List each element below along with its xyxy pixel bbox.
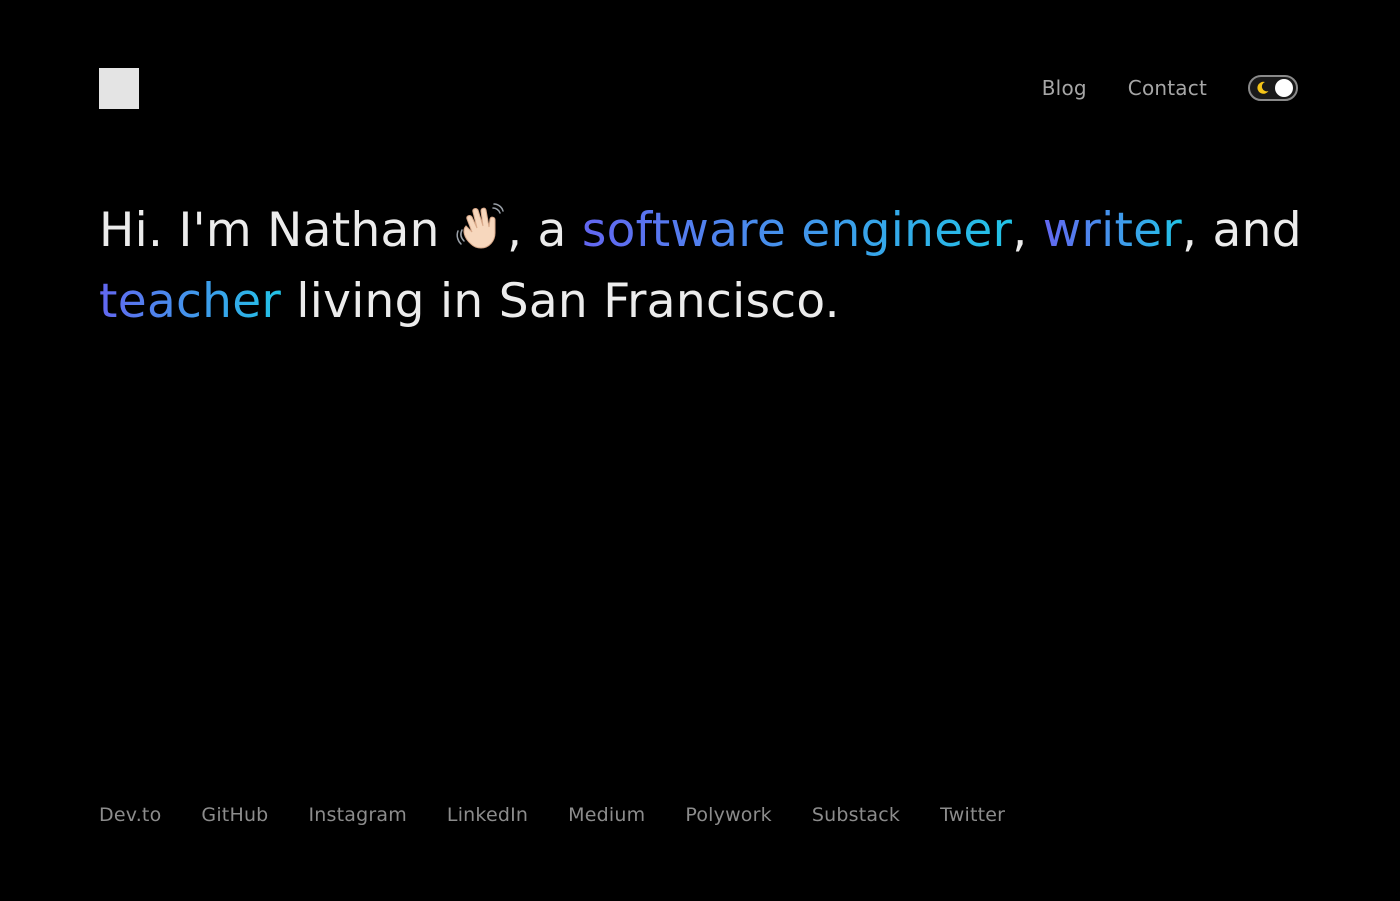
footer-social-links: Dev.to GitHub Instagram LinkedIn Medium … [99,802,1045,828]
footer-link-linkedin[interactable]: LinkedIn [447,802,528,828]
intro-text-4: , and [1182,203,1302,258]
toggle-knob [1275,79,1293,97]
footer-link-twitter[interactable]: Twitter [940,802,1005,828]
intro-text-5: living in San Francisco. [281,274,840,329]
role-software-engineer: software engineer [581,203,1013,258]
footer-link-instagram[interactable]: Instagram [308,802,406,828]
footer-link-github[interactable]: GitHub [201,802,268,828]
footer-link-polywork[interactable]: Polywork [685,802,772,828]
nav-link-contact[interactable]: Contact [1128,74,1207,102]
waving-hand-icon [456,203,504,249]
intro-text-2: , a [507,203,582,258]
nav-link-blog[interactable]: Blog [1042,74,1087,102]
intro-heading: Hi. I'm Nathan , a software engineer, wr… [99,195,1309,337]
moon-icon [1257,81,1269,94]
intro-text-3: , [1012,203,1043,258]
theme-toggle[interactable] [1248,75,1298,101]
footer-link-devto[interactable]: Dev.to [99,802,161,828]
top-nav: Blog Contact [1042,74,1298,102]
logo[interactable] [99,68,139,109]
intro-text-1: Hi. I'm Nathan [99,203,455,258]
footer-link-substack[interactable]: Substack [812,802,900,828]
role-writer: writer [1042,203,1183,258]
role-teacher: teacher [99,274,282,329]
footer-link-medium[interactable]: Medium [568,802,645,828]
